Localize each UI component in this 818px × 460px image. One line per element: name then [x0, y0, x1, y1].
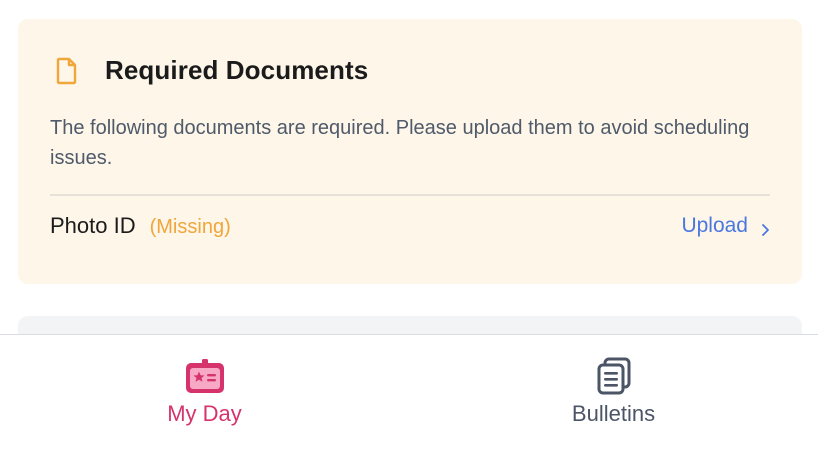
card-header: Required Documents [56, 55, 368, 86]
divider [50, 194, 770, 196]
id-badge-icon [183, 357, 227, 397]
tab-my-day[interactable]: My Day [0, 335, 409, 460]
document-row: Photo ID (Missing) Upload [50, 211, 770, 241]
document-status: (Missing) [149, 216, 231, 238]
upload-label: Upload [681, 214, 748, 237]
screen: Required Documents The following documen… [0, 0, 818, 460]
upload-button[interactable]: Upload [681, 214, 770, 238]
tab-bulletins-label: Bulletins [571, 401, 656, 426]
document-icon [56, 57, 78, 85]
card-description: The following documents are required. Pl… [50, 117, 750, 169]
document-name-wrap: Photo ID (Missing) [50, 213, 231, 239]
tab-my-day-label: My Day [167, 401, 242, 426]
bulletins-icon [592, 357, 636, 397]
bottom-tab-bar: My Day Bulletins [0, 334, 818, 460]
document-name: Photo ID [50, 213, 136, 238]
chevron-right-icon [760, 219, 770, 236]
required-documents-card: Required Documents The following documen… [18, 19, 802, 284]
card-title: Required Documents [105, 55, 369, 85]
tab-bulletins[interactable]: Bulletins [409, 335, 818, 460]
